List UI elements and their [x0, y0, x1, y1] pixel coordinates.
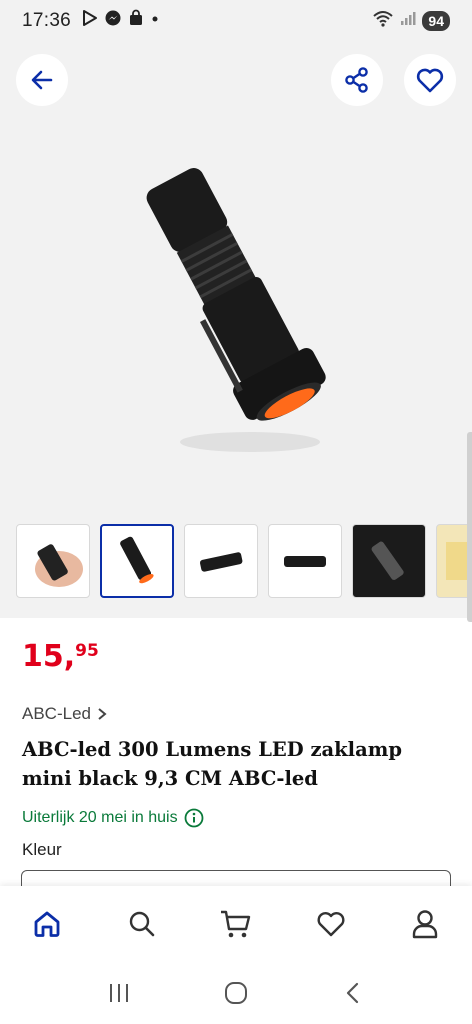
thumbnail[interactable]: [268, 524, 342, 598]
heart-icon: [317, 912, 344, 937]
share-icon: [345, 67, 368, 93]
thumbnail-side-image-2: [284, 556, 326, 567]
back-chevron-icon: [347, 982, 359, 1004]
nav-home[interactable]: [18, 895, 76, 953]
system-home-button[interactable]: [214, 971, 258, 1015]
price-main: 15,: [22, 639, 76, 674]
bottom-navigation: [0, 886, 472, 962]
favorite-button[interactable]: [404, 54, 456, 106]
delivery-text: Uiterlijk 20 mei in huis: [22, 809, 178, 826]
nav-cart[interactable]: [207, 895, 265, 953]
battery-level: 94: [422, 11, 450, 31]
thumbnail[interactable]: [16, 524, 90, 598]
nav-account[interactable]: [396, 895, 454, 953]
system-navigation: [0, 962, 472, 1024]
status-bar: 17:36 94: [0, 0, 472, 42]
thumbnail-selected[interactable]: [100, 524, 174, 598]
nav-search[interactable]: [113, 895, 171, 953]
play-store-icon: [81, 9, 99, 33]
account-icon: [412, 910, 438, 939]
thumbnail-hand-image: [19, 527, 87, 595]
recents-icon: [109, 984, 128, 1002]
info-icon[interactable]: [184, 808, 204, 828]
signal-icon: [400, 9, 416, 33]
thumbnail-side-image: [199, 552, 243, 572]
thumbnail[interactable]: [352, 524, 426, 598]
recents-button[interactable]: [97, 971, 141, 1015]
cart-icon: [221, 910, 251, 938]
scroll-indicator: [467, 432, 472, 622]
shopping-bag-icon: [127, 9, 145, 33]
product-title: ABC-led 300 Lumens LED zaklamp mini blac…: [22, 738, 402, 790]
back-button[interactable]: [16, 54, 68, 106]
flashlight-image: [146, 168, 326, 452]
home-icon: [34, 911, 60, 937]
system-status: 94: [372, 9, 450, 33]
brand-link[interactable]: ABC-Led: [22, 704, 107, 724]
chevron-right-icon: [98, 708, 107, 720]
system-back-button[interactable]: [331, 971, 375, 1015]
notification-icons: [81, 9, 160, 33]
nav-favorites[interactable]: [302, 895, 360, 953]
product-price: 15, 95: [22, 640, 99, 674]
thumbnail-dark-image: [371, 541, 404, 580]
heart-icon: [416, 68, 444, 93]
color-label: Kleur: [22, 840, 62, 859]
brand-name: ABC-Led: [22, 704, 91, 723]
share-button[interactable]: [331, 54, 383, 106]
status-time: 17:36: [22, 10, 72, 31]
dot-icon: [150, 9, 160, 33]
thumbnail[interactable]: [184, 524, 258, 598]
price-cents: 95: [75, 641, 99, 661]
messenger-icon: [104, 9, 122, 33]
home-circle-icon: [224, 982, 247, 1004]
thumbnail-flashlight-image: [120, 536, 154, 584]
delivery-info: Uiterlijk 20 mei in huis: [22, 808, 204, 828]
product-main-image[interactable]: [100, 152, 380, 472]
arrow-left-icon: [31, 70, 53, 90]
thumbnail-strip: [16, 524, 472, 598]
product-gallery: [0, 42, 472, 622]
wifi-icon: [372, 9, 394, 33]
search-icon: [129, 911, 154, 937]
